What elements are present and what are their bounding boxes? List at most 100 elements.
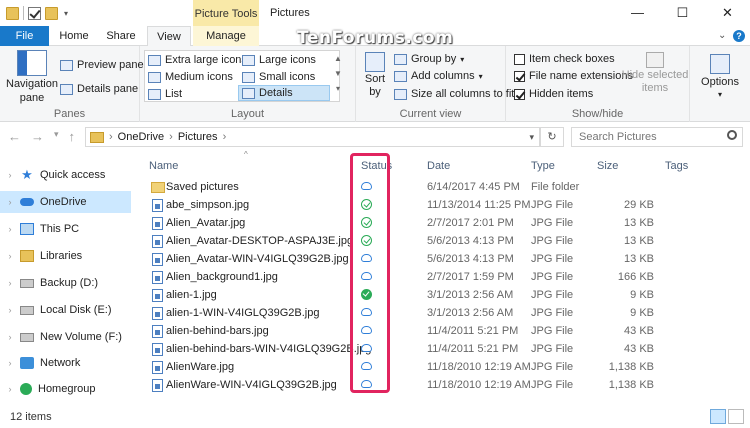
image-file-icon bbox=[152, 217, 163, 230]
help-icon[interactable]: ? bbox=[733, 30, 745, 42]
tab-view[interactable]: View bbox=[147, 26, 191, 47]
nav-item-network[interactable]: › Network bbox=[0, 352, 131, 374]
preview-pane-label: Preview pane bbox=[77, 59, 144, 71]
search-icon[interactable] bbox=[727, 130, 737, 140]
chevron-right-icon[interactable]: › bbox=[4, 332, 16, 342]
details-view-icon[interactable] bbox=[710, 409, 726, 424]
file-type: JPG File bbox=[531, 253, 574, 265]
column-header-type[interactable]: Type bbox=[531, 155, 591, 177]
table-row[interactable]: Saved pictures 6/14/2017 4:45 PM File fold… bbox=[140, 178, 750, 196]
add-columns-button[interactable]: Add columns ▾ bbox=[394, 70, 483, 82]
tab-manage[interactable]: Manage bbox=[193, 26, 259, 46]
chevron-right-icon[interactable]: › bbox=[4, 358, 16, 368]
group-by-button[interactable]: Group by ▾ bbox=[394, 53, 464, 65]
group-by-icon bbox=[394, 53, 407, 65]
details-pane-button[interactable]: Details pane bbox=[60, 83, 138, 95]
table-row[interactable]: Alien_Avatar-WIN-V4IGLQ39G2B.jpg 5/6/2013… bbox=[140, 250, 750, 268]
drive-icon bbox=[20, 332, 34, 342]
chevron-right-icon[interactable]: › bbox=[4, 278, 16, 288]
sort-by-label: Sort bbox=[364, 73, 386, 85]
item-check-boxes-checkbox[interactable] bbox=[514, 53, 525, 65]
details-label: Details bbox=[259, 87, 293, 99]
chevron-down-icon[interactable]: ▾ bbox=[529, 132, 534, 143]
nav-item-this-pc[interactable]: › This PC bbox=[0, 218, 131, 240]
hide-selected-items-button[interactable]: Hide selected items bbox=[622, 52, 688, 94]
properties-check-icon[interactable] bbox=[28, 6, 41, 20]
preview-pane-button[interactable]: Preview pane bbox=[60, 59, 144, 71]
chevron-right-icon[interactable]: › bbox=[4, 384, 16, 394]
table-row[interactable]: alien-behind-bars-WIN-V4IGLQ39G2B.jpg 11/… bbox=[140, 340, 750, 358]
address-box[interactable]: › OneDrive › Pictures › ▾ bbox=[85, 127, 540, 147]
column-header-date[interactable]: Date bbox=[427, 155, 527, 177]
chevron-up-icon[interactable]: ▲ bbox=[334, 54, 342, 63]
medium-icons-button[interactable]: Medium icons bbox=[148, 71, 233, 83]
chevron-right-icon[interactable]: › bbox=[4, 197, 16, 207]
nav-item-libraries[interactable]: › Libraries bbox=[0, 245, 131, 267]
up-icon[interactable]: ↑ bbox=[69, 129, 76, 144]
table-row[interactable]: alien-1-WIN-V4IGLQ39G2B.jpg 3/1/2013 2:56… bbox=[140, 304, 750, 322]
column-header-tags[interactable]: Tags bbox=[665, 155, 725, 177]
chevron-right-icon[interactable]: › bbox=[4, 251, 16, 261]
sort-by-button[interactable]: Sort by bbox=[361, 52, 389, 98]
new-folder-icon[interactable] bbox=[45, 6, 58, 20]
column-header-size[interactable]: Size bbox=[597, 155, 657, 177]
nav-item-quick-access[interactable]: › ★ Quick access bbox=[0, 164, 131, 186]
options-button[interactable]: Options ▾ bbox=[696, 54, 744, 99]
breadcrumb-onedrive[interactable]: OneDrive bbox=[118, 131, 164, 143]
file-name-extensions-toggle[interactable]: File name extensions bbox=[514, 70, 633, 82]
column-header-status[interactable]: Status bbox=[361, 155, 421, 177]
nav-item-backup-d[interactable]: › Backup (D:) bbox=[0, 272, 131, 294]
nav-item-new-volume-f[interactable]: › New Volume (F:) bbox=[0, 326, 131, 348]
tab-share[interactable]: Share bbox=[100, 26, 142, 46]
table-row[interactable]: AlienWare-WIN-V4IGLQ39G2B.jpg 11/18/2010 … bbox=[140, 376, 750, 394]
chevron-down-icon[interactable]: ▾ bbox=[62, 7, 70, 20]
back-icon[interactable]: ← bbox=[8, 129, 21, 144]
file-name: alien-1-WIN-V4IGLQ39G2B.jpg bbox=[166, 307, 320, 319]
table-row[interactable]: Alien_background1.jpg 2/7/2017 1:59 PM JPG… bbox=[140, 268, 750, 286]
table-row[interactable]: alien-1.jpg 3/1/2013 2:56 AM JPG File 9 KB bbox=[140, 286, 750, 304]
close-button[interactable]: ✕ bbox=[705, 0, 750, 26]
hidden-items-checkbox[interactable] bbox=[514, 88, 525, 100]
file-type: JPG File bbox=[531, 325, 574, 337]
search-input[interactable]: Search Pictures bbox=[571, 127, 743, 147]
size-all-columns-button[interactable]: Size all columns to fit bbox=[394, 88, 514, 100]
hidden-items-toggle[interactable]: Hidden items bbox=[514, 88, 593, 100]
online-only-cloud-icon bbox=[361, 182, 372, 190]
recent-chevron-icon[interactable]: ▾ bbox=[54, 129, 59, 144]
list-view-button[interactable]: List bbox=[148, 88, 182, 100]
chevron-down-icon[interactable]: ⌄ bbox=[718, 30, 726, 41]
table-row[interactable]: Alien_Avatar.jpg 2/7/2017 2:01 PM JPG File… bbox=[140, 214, 750, 232]
chevron-right-icon[interactable]: › bbox=[4, 170, 16, 180]
online-only-cloud-icon bbox=[361, 344, 372, 352]
details-view-button[interactable]: Details bbox=[238, 85, 330, 101]
chevron-right-icon[interactable]: › bbox=[4, 305, 16, 315]
navigation-pane-button[interactable]: Navigation pane bbox=[6, 50, 58, 104]
nav-item-local-disk-e[interactable]: › Local Disk (E:) bbox=[0, 299, 131, 321]
table-row[interactable]: Alien_Avatar-DESKTOP-ASPAJ3E.jpg 5/6/2013… bbox=[140, 232, 750, 250]
chevron-down-icon[interactable]: ▼ bbox=[334, 69, 342, 78]
large-icons-button[interactable]: Large icons bbox=[242, 54, 316, 66]
nav-item-onedrive[interactable]: › OneDrive bbox=[0, 191, 131, 213]
refresh-button[interactable]: ↻ bbox=[540, 127, 564, 147]
minimize-button[interactable]: — bbox=[615, 0, 660, 26]
layout-scroll[interactable]: ▲ ▼ ▾ bbox=[334, 54, 342, 93]
extra-large-icons-button[interactable]: Extra large icons bbox=[148, 54, 247, 66]
chevron-right-icon[interactable]: › bbox=[4, 224, 16, 234]
tab-home[interactable]: Home bbox=[52, 26, 96, 46]
maximize-button[interactable]: ☐ bbox=[660, 0, 705, 26]
forward-icon[interactable]: → bbox=[31, 129, 44, 144]
tab-file[interactable]: File bbox=[0, 26, 49, 46]
small-icons-button[interactable]: Small icons bbox=[242, 71, 315, 83]
large-icons-view-icon[interactable] bbox=[728, 409, 744, 424]
table-row[interactable]: AlienWare.jpg 11/18/2010 12:19 AM JPG File… bbox=[140, 358, 750, 376]
breadcrumb-pictures[interactable]: Pictures bbox=[178, 131, 218, 143]
folder-icon[interactable] bbox=[6, 6, 19, 20]
show-hide-group-label: Show/hide bbox=[571, 108, 624, 120]
column-header-name[interactable]: Name bbox=[149, 155, 349, 177]
table-row[interactable]: alien-behind-bars.jpg 11/4/2011 5:21 PM JP… bbox=[140, 322, 750, 340]
item-check-boxes-toggle[interactable]: Item check boxes bbox=[514, 53, 615, 65]
table-row[interactable]: abe_simpson.jpg 11/13/2014 11:25 PM JPG Fi… bbox=[140, 196, 750, 214]
more-icon[interactable]: ▾ bbox=[336, 84, 340, 93]
nav-item-homegroup[interactable]: › Homegroup bbox=[0, 378, 131, 400]
file-name-extensions-checkbox[interactable] bbox=[514, 70, 525, 82]
